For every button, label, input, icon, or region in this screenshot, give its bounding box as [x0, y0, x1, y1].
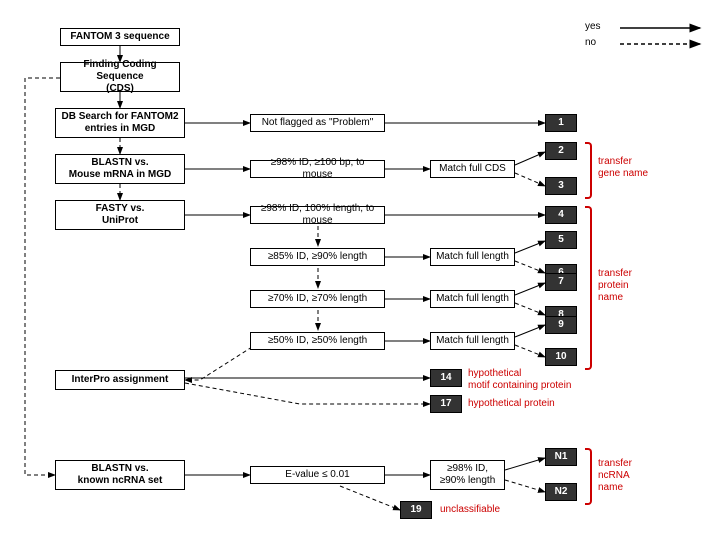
label-gene: transfer gene name [598, 156, 648, 180]
result-n2: N2 [545, 483, 577, 501]
result-4: 4 [545, 206, 577, 224]
result-2: 2 [545, 142, 577, 160]
label-protein: transfer protein name [598, 268, 632, 304]
result-7: 7 [545, 273, 577, 291]
brace-gene [585, 142, 592, 199]
node-fasty: FASTY vs. UniProt [55, 200, 185, 230]
result-10: 10 [545, 348, 577, 366]
label-hypo: hypothetical protein [468, 398, 555, 410]
node-dbsearch: DB Search for FANTOM2 entries in MGD [55, 108, 185, 138]
cond-50-50: ≥50% ID, ≥50% length [250, 332, 385, 350]
brace-ncrna [585, 448, 592, 505]
brace-protein [585, 206, 592, 370]
result-14: 14 [430, 369, 462, 387]
cond-evalue: E-value ≤ 0.01 [250, 466, 385, 484]
label-unclass: unclassifiable [440, 504, 500, 516]
result-3: 3 [545, 177, 577, 195]
result-19: 19 [400, 501, 432, 519]
cond-70-70: ≥70% ID, ≥70% length [250, 290, 385, 308]
cond-85-90: ≥85% ID, ≥90% length [250, 248, 385, 266]
result-1: 1 [545, 114, 577, 132]
legend-no: no [585, 37, 596, 49]
node-blastn2: BLASTN vs. known ncRNA set [55, 460, 185, 490]
cond-notflag: Not flagged as "Problem" [250, 114, 385, 132]
result-5: 5 [545, 231, 577, 249]
cond-98-90: ≥98% ID, ≥90% length [430, 460, 505, 490]
match-len2: Match full length [430, 290, 515, 308]
match-len3: Match full length [430, 332, 515, 350]
node-cds: Finding Coding Sequence (CDS) [60, 62, 180, 92]
match-len1: Match full length [430, 248, 515, 266]
match-cds: Match full CDS [430, 160, 515, 178]
node-blastn: BLASTN vs. Mouse mRNA in MGD [55, 154, 185, 184]
label-motif: hypothetical motif containing protein [468, 368, 571, 392]
cond-98-100len: ≥98% ID, 100% length, to mouse [250, 206, 385, 224]
cond-98-100: ≥98% ID, ≥100 bp, to mouse [250, 160, 385, 178]
node-interpro: InterPro assignment [55, 370, 185, 390]
result-9: 9 [545, 316, 577, 334]
legend-yes: yes [585, 21, 601, 33]
label-ncrna: transfer ncRNA name [598, 458, 632, 494]
node-start: FANTOM 3 sequence [60, 28, 180, 46]
result-n1: N1 [545, 448, 577, 466]
result-17: 17 [430, 395, 462, 413]
